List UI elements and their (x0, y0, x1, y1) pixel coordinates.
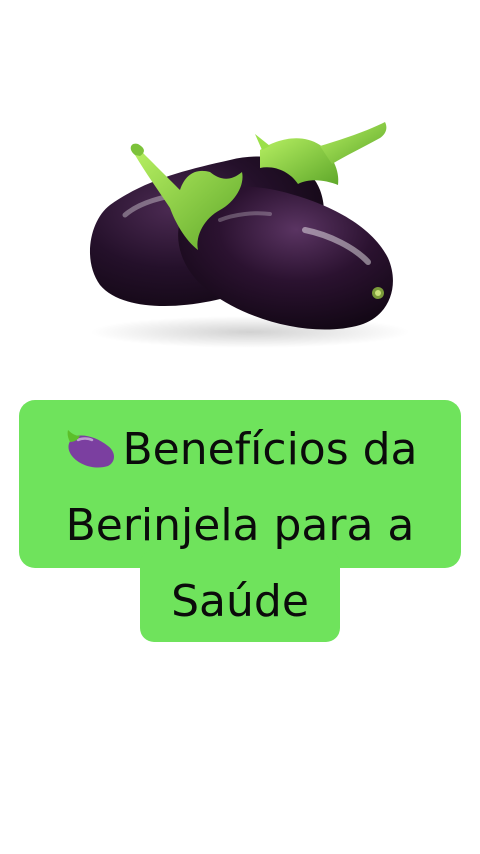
eggplant-image (89, 122, 410, 348)
caption-line-1-text: Benefícios da (122, 424, 418, 475)
caption-box: Benefícios da Berinjela para a Saúde (0, 400, 480, 645)
caption-line-1: Benefícios da (19, 412, 461, 488)
caption-line-2: Berinjela para a (65, 500, 415, 551)
caption-line-3: Saúde (171, 576, 309, 627)
page: Benefícios da Berinjela para a Saúde (0, 0, 480, 854)
eggplant-icon (68, 430, 115, 468)
caption-text: Benefícios da Berinjela para a Saúde (19, 412, 461, 640)
